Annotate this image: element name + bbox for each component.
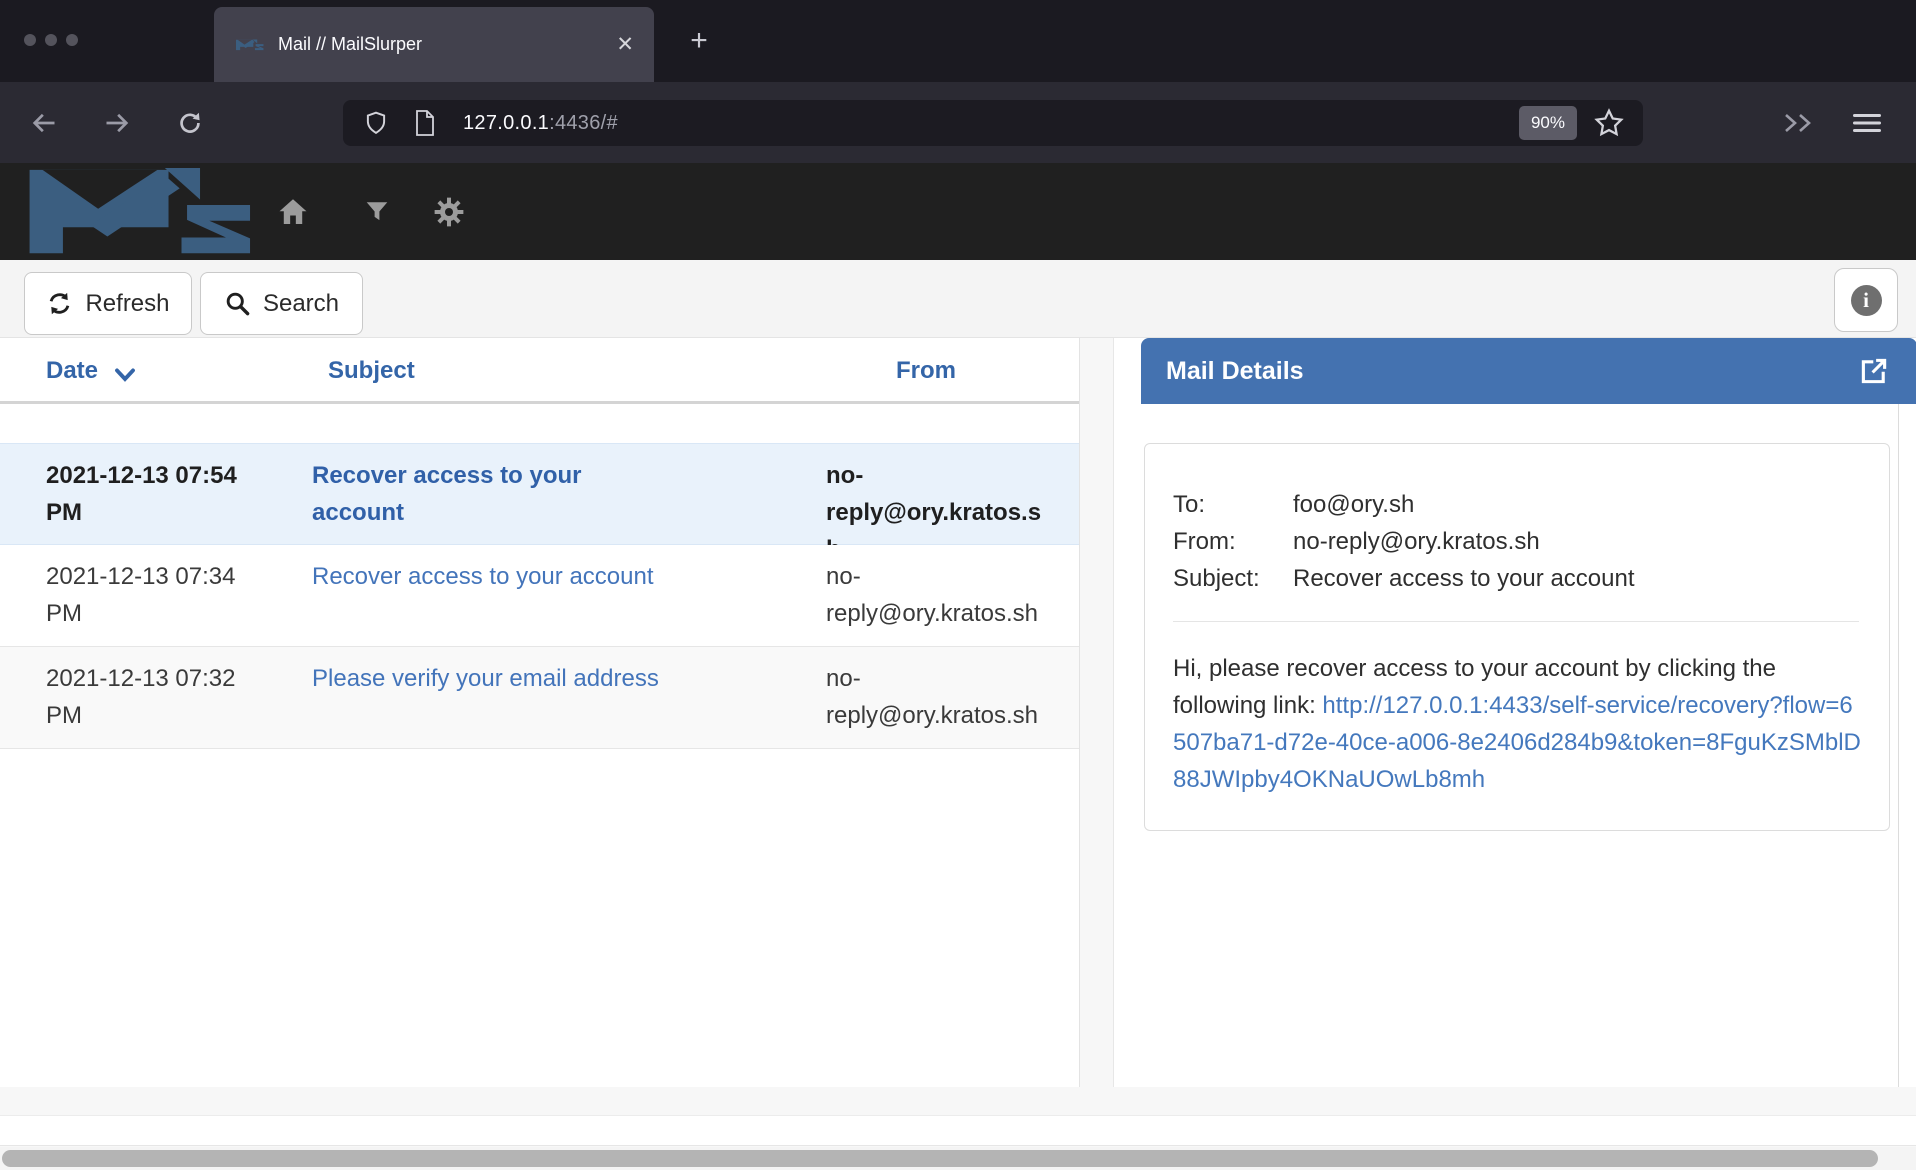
from-value: no-reply@ory.kratos.sh <box>1293 528 1540 555</box>
new-tab-button[interactable]: + <box>683 26 715 58</box>
bookmark-star-icon[interactable] <box>1593 107 1625 139</box>
url-bar[interactable]: 127.0.0.1:4436/# 90% <box>343 100 1643 146</box>
filter-icon[interactable] <box>364 199 390 225</box>
url-suffix: :4436/# <box>549 112 618 134</box>
row-from: no-reply@ory.kratos.sh <box>826 558 1048 632</box>
browser-tab-bar: Mail // MailSlurper ✕ + <box>0 0 1916 82</box>
mailslurper-window: Mail // MailSlurper ✕ + 127.0.0.1:4436/#… <box>0 0 1916 1170</box>
mail-body: Hi, please recover access to your accoun… <box>1173 650 1865 798</box>
row-subject-link[interactable]: Recover access to your account <box>312 558 672 595</box>
info-button[interactable]: i <box>1834 268 1898 332</box>
mail-list-pane: Date Subject From 2021-12-13 07:54 PM Re… <box>0 338 1080 1087</box>
shield-icon[interactable] <box>363 109 389 137</box>
zoom-level-badge[interactable]: 90% <box>1519 106 1577 140</box>
row-date: 2021-12-13 07:54 PM <box>46 457 268 531</box>
settings-gear-icon[interactable] <box>434 197 464 227</box>
column-header-date[interactable]: Date <box>46 357 98 385</box>
browser-tab[interactable]: Mail // MailSlurper ✕ <box>214 7 654 82</box>
tab-close-icon[interactable]: ✕ <box>616 34 634 55</box>
row-subject-link[interactable]: Please verify your email address <box>312 660 672 697</box>
subject-label: Subject: <box>1173 560 1293 597</box>
to-label: To: <box>1173 486 1293 523</box>
row-from: no-reply@ory.kratos.sh <box>826 660 1048 734</box>
app-toolbar: Refresh Search i <box>0 260 1916 338</box>
url-text[interactable]: 127.0.0.1:4436/# <box>463 112 1519 135</box>
refresh-label: Refresh <box>85 290 169 318</box>
sort-desc-chevron-icon[interactable] <box>114 367 136 383</box>
mail-details-title: Mail Details <box>1166 357 1857 386</box>
detail-subject-line: Subject:Recover access to your account <box>1173 560 1859 597</box>
refresh-icon <box>46 290 73 317</box>
mailslurper-logo <box>25 168 275 256</box>
mail-details-header: Mail Details <box>1141 338 1916 404</box>
mail-details-pane: Mail Details To:foo@ory.sh From:no-reply… <box>1113 338 1916 1087</box>
app-header <box>0 163 1916 260</box>
mail-rows: 2021-12-13 07:54 PM Recover access to yo… <box>0 443 1079 749</box>
search-label: Search <box>263 290 339 318</box>
info-icon: i <box>1851 285 1882 316</box>
table-row[interactable]: 2021-12-13 07:54 PM Recover access to yo… <box>0 443 1079 545</box>
back-icon[interactable] <box>30 109 58 137</box>
mailslurper-favicon <box>236 37 266 53</box>
to-value: foo@ory.sh <box>1293 491 1414 518</box>
search-icon <box>224 290 251 317</box>
browser-nav-bar: 127.0.0.1:4436/# 90% <box>0 82 1916 163</box>
mail-details-card: To:foo@ory.sh From:no-reply@ory.kratos.s… <box>1144 443 1890 831</box>
window-controls[interactable] <box>24 34 84 46</box>
open-external-icon[interactable] <box>1857 354 1891 388</box>
column-header-from[interactable]: From <box>896 357 956 385</box>
footer-strip <box>0 1115 1916 1146</box>
overflow-chevrons-icon[interactable] <box>1778 109 1818 137</box>
card-divider <box>1173 621 1859 622</box>
column-header-subject[interactable]: Subject <box>328 357 415 385</box>
horizontal-scrollbar-thumb[interactable] <box>2 1150 1878 1167</box>
details-scroll-gutter <box>1898 404 1899 1087</box>
detail-to-line: To:foo@ory.sh <box>1173 486 1859 523</box>
subject-value: Recover access to your account <box>1293 565 1635 592</box>
row-subject-link[interactable]: Recover access to your account <box>312 457 672 531</box>
page-info-icon[interactable] <box>413 109 437 137</box>
menu-hamburger-icon[interactable] <box>1852 110 1882 136</box>
from-label: From: <box>1173 523 1293 560</box>
home-icon[interactable] <box>276 195 310 229</box>
mail-list-header: Date Subject From <box>0 338 1079 404</box>
row-date: 2021-12-13 07:32 PM <box>46 660 268 734</box>
table-row[interactable]: 2021-12-13 07:32 PM Please verify your e… <box>0 647 1079 749</box>
table-row[interactable]: 2021-12-13 07:34 PM Recover access to yo… <box>0 545 1079 647</box>
refresh-button[interactable]: Refresh <box>24 272 192 335</box>
horizontal-scrollbar[interactable] <box>0 1147 1916 1170</box>
row-date: 2021-12-13 07:34 PM <box>46 558 268 632</box>
url-host: 127.0.0.1 <box>463 112 549 134</box>
search-button[interactable]: Search <box>200 272 363 335</box>
tab-title: Mail // MailSlurper <box>278 34 616 55</box>
detail-from-line: From:no-reply@ory.kratos.sh <box>1173 523 1859 560</box>
forward-icon[interactable] <box>103 109 131 137</box>
reload-icon[interactable] <box>176 109 204 137</box>
